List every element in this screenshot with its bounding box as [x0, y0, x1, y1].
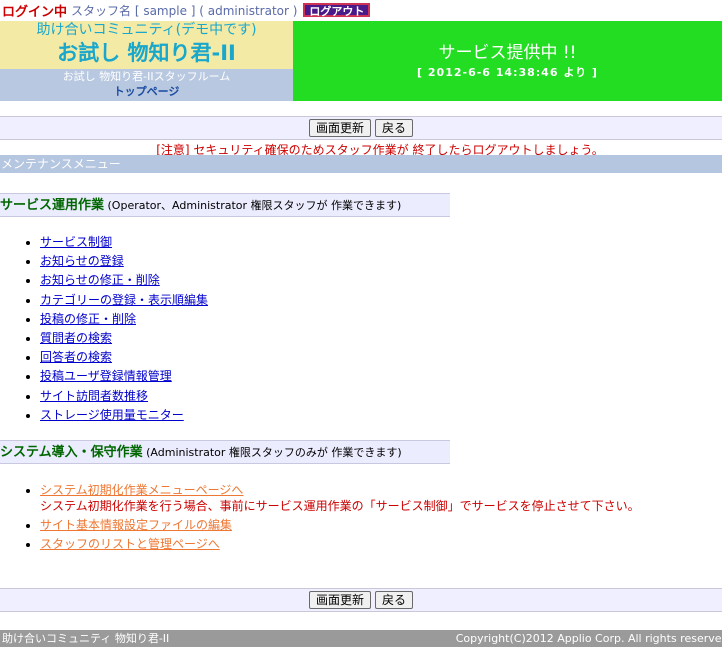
category-edit-link[interactable]: カテゴリーの登録・表示順編集 — [40, 293, 208, 307]
system-init-warning: システム初期化作業を行う場合、事前にサービス運用作業の「サービス制御」でサービス… — [40, 499, 640, 513]
visitor-trend-link[interactable]: サイト訪問者数推移 — [40, 389, 148, 403]
user-registration-link[interactable]: 投稿ユーザ登録情報管理 — [40, 369, 172, 383]
brand-box: 助け合いコミュニティ(デモ中です) お試し 物知り君-II — [0, 21, 293, 69]
brand-panel: 助け合いコミュニティ(デモ中です) お試し 物知り君-II お試し 物知り君-I… — [0, 21, 293, 101]
service-group-header: サービス運用作業 (Operator、Administrator 権限スタッフが… — [0, 193, 450, 217]
back-button[interactable]: 戻る — [375, 119, 414, 137]
list-item: カテゴリーの登録・表示順編集 — [40, 291, 208, 310]
back-button-bottom[interactable]: 戻る — [375, 591, 414, 609]
list-item: 回答者の検索 — [40, 348, 208, 367]
system-menu-list: システム初期化作業メニューページへ システム初期化作業を行う場合、事前にサービス… — [20, 482, 640, 555]
system-group-header: システム導入・保守作業 (Administrator 権限スタッフのみが 作業で… — [0, 440, 450, 464]
footer-site-name: 助け合いコミュニティ 物知り君-II — [2, 632, 170, 645]
service-group-title: サービス運用作業 — [0, 198, 105, 213]
section-title: メンテナンスメニュー — [0, 155, 722, 173]
edit-posts-link[interactable]: 投稿の修正・削除 — [40, 312, 136, 326]
list-item: 投稿ユーザ登録情報管理 — [40, 367, 208, 386]
footer-copyright: Copyright(C)2012 Applio Corp. All rights… — [455, 632, 722, 645]
staff-info: スタッフ名 [ sample ] ( administrator ) — [71, 3, 298, 18]
service-control-link[interactable]: サービス制御 — [40, 235, 112, 249]
login-status: ログイン中 — [2, 4, 68, 20]
brand-title: お試し 物知り君-II — [57, 41, 236, 65]
service-menu-list: サービス制御 お知らせの登録 お知らせの修正・削除 カテゴリーの登録・表示順編集… — [20, 233, 208, 425]
storage-monitor-link[interactable]: ストレージ使用量モニター — [40, 408, 184, 422]
top-toolbar: 画面更新 戻る — [0, 116, 722, 140]
list-item: ストレージ使用量モニター — [40, 406, 208, 425]
service-status: サービス提供中 !! — [438, 43, 577, 63]
search-questioner-link[interactable]: 質問者の検索 — [40, 331, 112, 345]
list-item: スタッフのリストと管理ページへ — [40, 536, 640, 552]
refresh-button[interactable]: 画面更新 — [308, 119, 371, 137]
list-item: お知らせの修正・削除 — [40, 271, 208, 290]
staff-list-link[interactable]: スタッフのリストと管理ページへ — [40, 537, 220, 551]
site-header: 助け合いコミュニティ(デモ中です) お試し 物知り君-II お試し 物知り君-I… — [0, 21, 722, 101]
search-answerer-link[interactable]: 回答者の検索 — [40, 350, 112, 364]
edit-notice-link[interactable]: お知らせの修正・削除 — [40, 273, 160, 287]
list-item: システム初期化作業メニューページへ システム初期化作業を行う場合、事前にサービス… — [40, 482, 640, 514]
brand-subtitle: 助け合いコミュニティ(デモ中です) — [36, 22, 257, 38]
login-bar: ログイン中 スタッフ名 [ sample ] ( administrator )… — [0, 0, 722, 20]
top-page-link[interactable]: トップページ — [0, 84, 293, 99]
list-item: 投稿の修正・削除 — [40, 310, 208, 329]
refresh-button-bottom[interactable]: 画面更新 — [308, 591, 371, 609]
site-footer: 助け合いコミュニティ 物知り君-II Copyright(C)2012 Appl… — [0, 630, 722, 647]
list-item: お知らせの登録 — [40, 252, 208, 271]
system-init-link[interactable]: システム初期化作業メニューページへ — [40, 483, 243, 497]
system-group-note: (Administrator 権限スタッフのみが 作業できます) — [142, 446, 402, 459]
list-item: サービス制御 — [40, 233, 208, 252]
system-group-title: システム導入・保守作業 — [0, 445, 143, 460]
staff-room-label: お試し 物知り君-IIスタッフルーム — [62, 70, 231, 83]
list-item: サイト基本情報設定ファイルの編集 — [40, 517, 640, 533]
service-status-panel: サービス提供中 !! [ 2012-6-6 14:38:46 より ] — [293, 21, 722, 101]
list-item: サイト訪問者数推移 — [40, 387, 208, 406]
register-notice-link[interactable]: お知らせの登録 — [40, 254, 124, 268]
logout-button[interactable]: ログアウト — [303, 3, 371, 18]
service-group-note: (Operator、Administrator 権限スタッフが 作業できます) — [104, 199, 402, 212]
service-start-date: [ 2012-6-6 14:38:46 より ] — [417, 66, 598, 79]
staff-room-box: お試し 物知り君-IIスタッフルーム トップページ — [0, 69, 293, 101]
list-item: 質問者の検索 — [40, 329, 208, 348]
bottom-toolbar: 画面更新 戻る — [0, 588, 722, 612]
site-config-link[interactable]: サイト基本情報設定ファイルの編集 — [40, 518, 232, 532]
